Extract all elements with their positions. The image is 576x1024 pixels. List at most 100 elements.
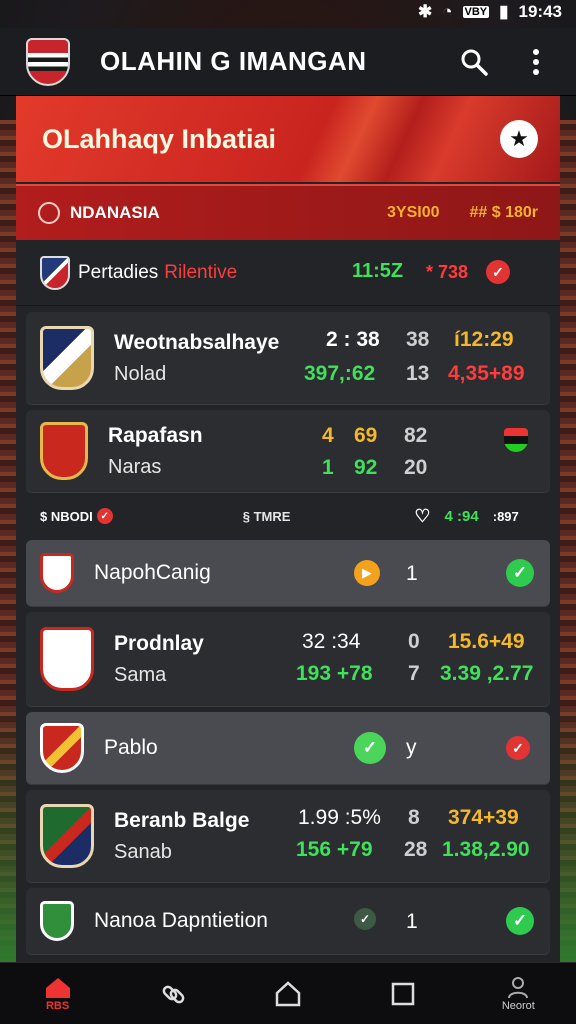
signal-badge: VBY: [462, 6, 490, 18]
play-icon[interactable]: ▶: [354, 560, 380, 586]
section-status-icon: ✓: [486, 260, 510, 284]
team-crest-icon: [40, 723, 84, 773]
team-crest-icon: [40, 553, 74, 593]
check-icon: ✓: [506, 559, 534, 587]
check-icon: ✓: [506, 907, 534, 935]
star-icon: ★: [509, 126, 529, 151]
check-icon[interactable]: ✓: [354, 732, 386, 764]
hero-title: OLahhaqy Inbatiai: [42, 123, 277, 154]
match-score: 1.99 :5%: [298, 806, 381, 829]
match-stat-2: 92: [354, 456, 378, 479]
match-row[interactable]: NapohCanig ▶ 1 ✓: [26, 540, 550, 606]
match-count-2: 7: [408, 662, 420, 685]
team-crest-icon: [40, 326, 94, 390]
search-icon: [461, 49, 488, 76]
check-icon: ✓: [354, 908, 376, 930]
match-row[interactable]: Prodnlay Sama 32 :34 193 +78 0 7 15.6+49 …: [26, 612, 550, 706]
battery-icon: ▮: [499, 2, 509, 21]
section-row[interactable]: Pertadies Rilentive 11:5Z * 738 ✓: [16, 240, 560, 306]
match-stat: 1: [322, 456, 334, 479]
match-odds: 374+39: [448, 806, 519, 829]
nav-recents[interactable]: [368, 981, 438, 1007]
section-crest-icon: [40, 255, 70, 290]
flag-icon: [504, 428, 528, 452]
mini-row[interactable]: $ NBODI ✓ § TMRE ♡ 4 :94 :897: [16, 498, 560, 534]
match-odds-2: 3.39 ,2.77: [440, 662, 534, 685]
nav-home[interactable]: RBS: [23, 976, 93, 1012]
match-count: 8: [408, 806, 420, 829]
team-name: Nanoa Dapntietion: [94, 909, 268, 932]
match-count: y: [406, 736, 417, 759]
more-menu-button[interactable]: [518, 44, 554, 80]
section-highlight: Rilentive: [164, 261, 238, 283]
favorite-button[interactable]: ★: [500, 120, 538, 158]
match-odds-2: 4,35+89: [448, 362, 525, 385]
mini-left: $ NBODI: [40, 508, 93, 524]
more-vert-icon: [533, 48, 539, 75]
match-row[interactable]: Weotnabsalhaye Nolad 2 : 38 397,:62 38 13…: [26, 312, 550, 404]
match-odds: 15.6+49: [448, 630, 525, 653]
section-name: Pertadies: [78, 261, 159, 283]
match-row[interactable]: Rapafasn Naras 4 69 1 92 82 20: [26, 410, 550, 492]
league-name: NDANASIA: [70, 203, 160, 222]
football-icon: [38, 202, 60, 224]
league-code: 3YSI00: [387, 204, 440, 221]
match-score: 4: [322, 424, 334, 447]
league-odds: ## $ 180r: [469, 204, 538, 221]
match-odds-2: 1.38,2.90: [442, 838, 530, 861]
nav-profile[interactable]: Neorot: [483, 976, 553, 1012]
match-stat: 193 +78: [296, 662, 373, 685]
link-icon: [162, 985, 185, 1003]
mini-right-2: :897: [492, 508, 519, 524]
team-name: Pablo: [104, 736, 158, 759]
nav-link[interactable]: [138, 980, 208, 1008]
match-score-2: 69: [354, 424, 378, 447]
recents-icon: [391, 982, 415, 1005]
match-stat: 156 +79: [296, 838, 373, 861]
mini-mid: § TMRE: [242, 508, 291, 524]
team-crest-icon: [40, 422, 88, 480]
app-title: OLAHIN G IMANGAN: [100, 46, 367, 76]
clock: 19:43: [518, 2, 562, 21]
match-row[interactable]: Pablo ✓ y ✓: [26, 712, 550, 784]
status-icon: ✓: [506, 736, 530, 760]
hero-banner: OLahhaqy Inbatiai ★: [16, 96, 560, 182]
team-crest-icon: [40, 804, 94, 868]
search-button[interactable]: [456, 44, 492, 80]
match-count-2: 20: [404, 456, 428, 479]
nav-home-label: RBS: [45, 999, 70, 1012]
profile-icon: [508, 976, 529, 998]
match-count-2: 28: [404, 838, 428, 861]
team-name: NapohCanig: [94, 561, 211, 584]
match-stat: 397,:62: [304, 362, 376, 385]
bluetooth-icon: ✱: [418, 2, 433, 21]
match-row[interactable]: Nanoa Dapntietion ✓ 1 ✓: [26, 888, 550, 954]
mini-right-1: 4 :94: [444, 507, 479, 525]
section-time: 11:5Z: [352, 260, 404, 282]
bottom-nav: RBS Neorot: [0, 962, 576, 1024]
app-bar: OLAHIN G IMANGAN: [0, 28, 576, 96]
match-count: 1: [406, 910, 418, 933]
league-header[interactable]: NDANASIA 3YSI00 ## $ 180r: [16, 184, 560, 240]
section-value: * 738: [426, 262, 469, 282]
heart-icon[interactable]: ♡: [414, 506, 430, 527]
match-count: 82: [404, 424, 428, 447]
home-icon: [45, 977, 70, 998]
match-count: 38: [406, 328, 430, 351]
match-odds: í12:29: [454, 328, 514, 351]
match-count: 0: [408, 630, 420, 653]
app-logo[interactable]: [26, 37, 70, 86]
home-outline-icon: [275, 980, 301, 1006]
wifi-icon: ◔: [442, 2, 453, 21]
status-bar: ✱ ◔ VBY ▮ 19:43: [0, 0, 576, 24]
nav-profile-label: Neorot: [501, 999, 535, 1012]
match-count: 1: [406, 562, 418, 585]
team-crest-icon: [40, 627, 94, 691]
team-crest-icon: [40, 901, 74, 941]
match-row[interactable]: Beranb Balge Sanab 1.99 :5% 156 +79 8 28 …: [26, 790, 550, 882]
main-panel: OLahhaqy Inbatiai ★ NDANASIA 3YSI00 ## $…: [16, 96, 560, 962]
check-icon: ✓: [96, 508, 113, 524]
match-score: 2 : 38: [326, 328, 380, 351]
nav-android-home[interactable]: [253, 980, 323, 1008]
match-count-2: 13: [406, 362, 430, 385]
